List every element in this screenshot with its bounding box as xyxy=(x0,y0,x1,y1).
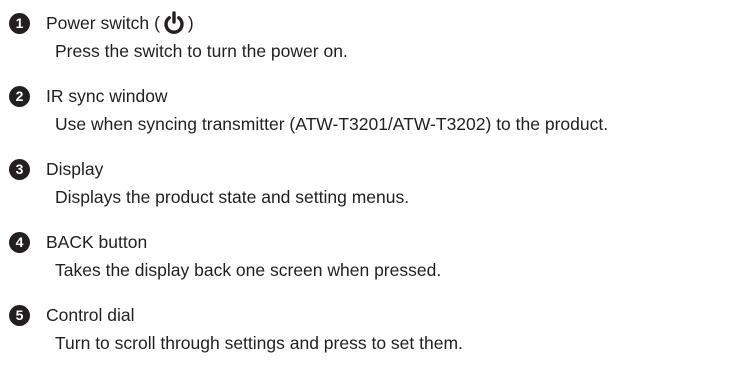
item-title: BACK button xyxy=(46,231,148,252)
item-heading: 5 Control dial xyxy=(9,300,745,330)
item-number-badge: 4 xyxy=(9,231,30,253)
component-item: 1 Power switch ( ) Press the switch to t… xyxy=(9,8,745,61)
item-number-badge: 3 xyxy=(9,158,30,180)
component-item: 4 BACK button Takes the display back one… xyxy=(9,227,745,280)
item-heading: 3 Display xyxy=(9,154,745,184)
item-heading: 1 Power switch ( ) xyxy=(9,8,745,38)
item-title: IR sync window xyxy=(46,85,168,106)
item-description: Turn to scroll through settings and pres… xyxy=(55,333,463,353)
item-title-text: Power switch xyxy=(46,12,150,33)
item-heading: 4 BACK button xyxy=(9,227,745,257)
item-number-badge: 5 xyxy=(9,304,30,326)
item-title: Power switch ( ) xyxy=(46,11,194,35)
component-item: 5 Control dial Turn to scroll through se… xyxy=(9,300,745,353)
item-description: Takes the display back one screen when p… xyxy=(55,260,442,280)
item-number-badge: 2 xyxy=(9,85,30,107)
item-number-badge: 1 xyxy=(9,12,30,34)
item-description: Press the switch to turn the power on. xyxy=(55,41,348,61)
component-item: 2 IR sync window Use when syncing transm… xyxy=(9,81,745,134)
item-description: Displays the product state and setting m… xyxy=(55,187,410,207)
title-close-paren: ) xyxy=(187,12,194,33)
power-icon xyxy=(164,11,184,34)
item-title: Control dial xyxy=(46,304,135,325)
item-title: Display xyxy=(46,158,104,179)
item-description: Use when syncing transmitter (ATW-T3201/… xyxy=(55,114,609,134)
title-open-paren: ( xyxy=(154,12,160,33)
component-item: 3 Display Displays the product state and… xyxy=(9,154,745,207)
item-heading: 2 IR sync window xyxy=(9,81,745,111)
